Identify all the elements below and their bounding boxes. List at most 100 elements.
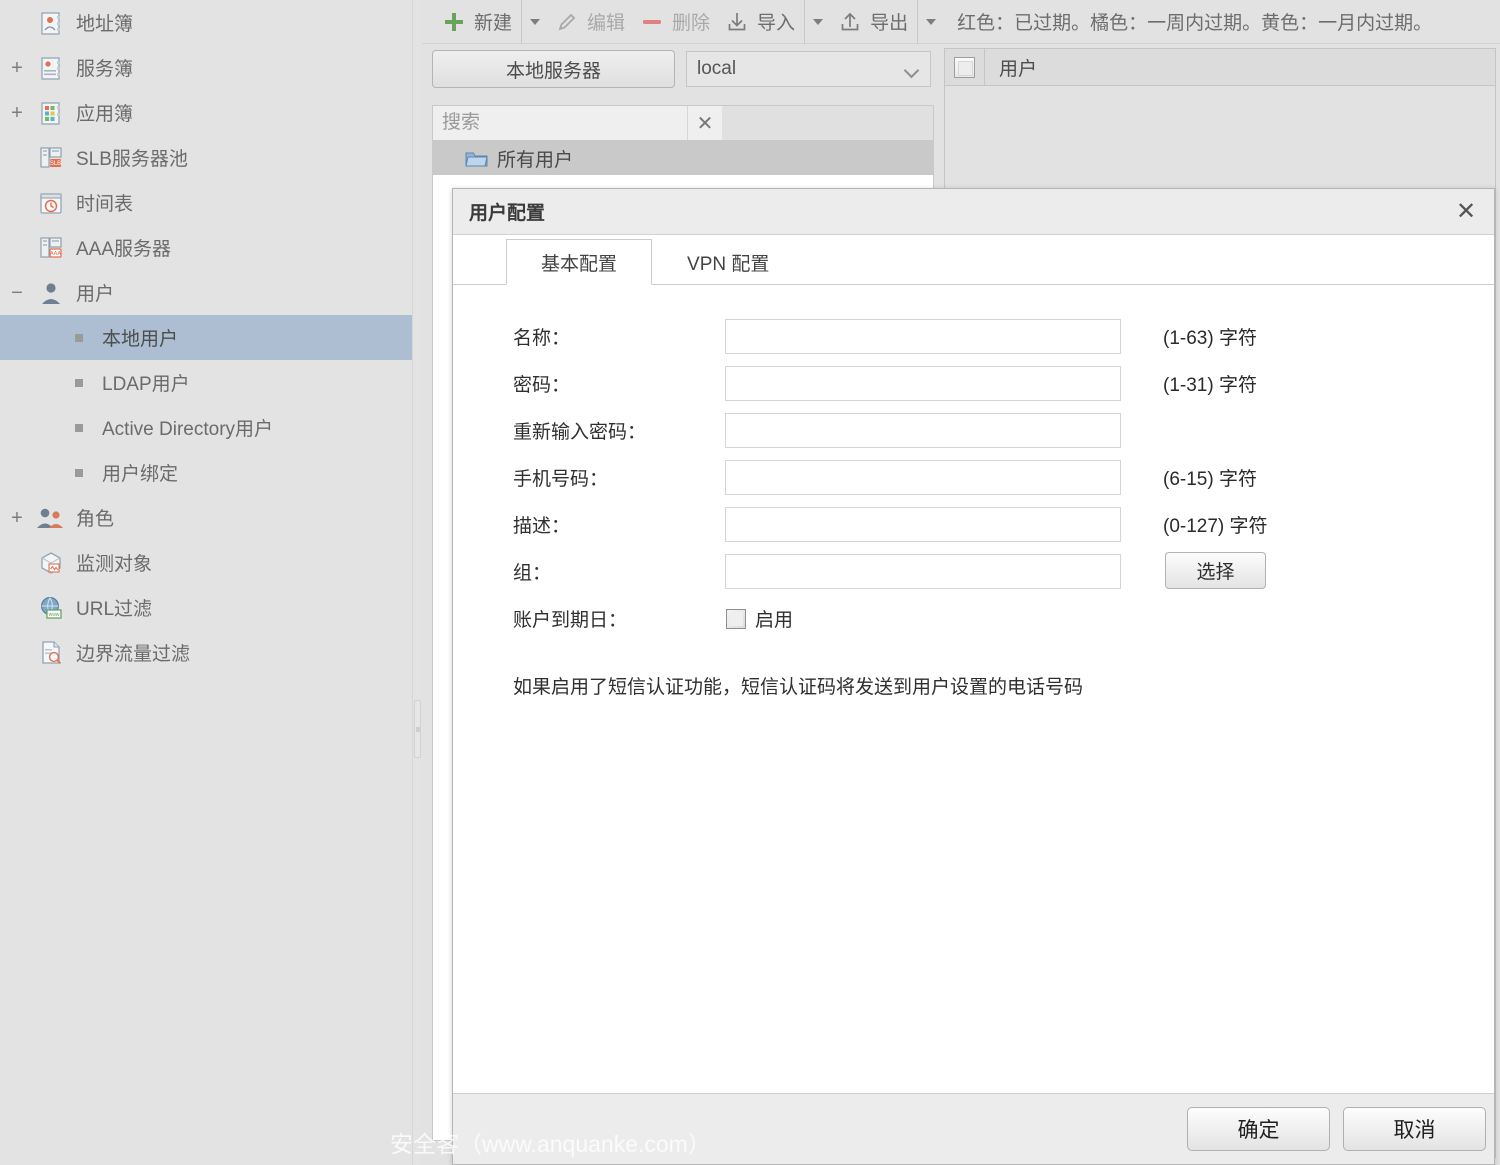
monitor-object-icon — [34, 550, 68, 576]
field-row-description: 描述： (0-127) 字符 — [453, 501, 1494, 548]
sms-auth-note: 如果启用了短信认证功能，短信认证码将发送到用户设置的电话号码 — [513, 677, 1084, 698]
import-button[interactable]: 导入 — [717, 0, 802, 44]
sidebar-item-6[interactable]: − 用户 — [0, 270, 420, 315]
sidebar-item-8[interactable]: LDAP用户 — [0, 360, 420, 405]
confirm-password-input[interactable] — [725, 413, 1121, 448]
edit-button-label: 编辑 — [587, 13, 626, 34]
table-header-row: 用户 — [945, 49, 1495, 86]
sidebar-item-label: 本地用户 — [102, 329, 179, 350]
sidebar-item-0[interactable]: 地址簿 — [0, 0, 420, 45]
dialog-title: 用户配置 — [469, 203, 546, 224]
label-phone: 手机号码： — [513, 469, 609, 490]
sidebar-splitter[interactable] — [412, 0, 421, 1165]
expand-icon[interactable]: + — [0, 58, 34, 78]
sidebar-item-label: 地址簿 — [76, 14, 134, 35]
select-all-cell[interactable] — [945, 49, 985, 85]
sidebar-item-11[interactable]: + 角色 — [0, 495, 420, 540]
pencil-icon — [554, 9, 580, 35]
edit-button[interactable]: 编辑 — [547, 0, 632, 44]
hint-name: (1-63) 字符 — [1163, 328, 1257, 349]
sidebar-item-list: 地址簿 + 服务簿 + 应用簿 SLB SLB服务器池 时间表 AAA AAA服务器 − 用户本地用户… — [0, 0, 420, 675]
group-input[interactable] — [725, 554, 1121, 589]
app-book-icon — [34, 100, 68, 126]
account-expiry-checkbox[interactable]: 启用 — [726, 605, 793, 632]
new-button[interactable]: 新建 — [434, 0, 519, 44]
checkbox-icon[interactable] — [954, 56, 975, 78]
chevron-down-icon — [925, 18, 936, 25]
field-row-password: 密码： (1-31) 字符 — [453, 360, 1494, 407]
close-icon[interactable]: ✕ — [1438, 189, 1494, 234]
folder-icon — [465, 149, 488, 168]
description-input[interactable] — [725, 507, 1121, 542]
user-icon — [34, 280, 68, 306]
cancel-button[interactable]: 取消 — [1343, 1107, 1486, 1151]
export-dropdown-button[interactable] — [917, 0, 943, 44]
export-button[interactable]: 导出 — [830, 0, 915, 44]
label-account-expiry: 账户到期日： — [513, 610, 628, 631]
phone-input[interactable] — [725, 460, 1121, 495]
sidebar-item-12[interactable]: 监测对象 — [0, 540, 420, 585]
sidebar-item-10[interactable]: 用户绑定 — [0, 450, 420, 495]
search-input[interactable] — [433, 106, 687, 140]
bullet-icon — [68, 423, 90, 432]
field-row-group: 组： 选择 — [453, 548, 1494, 595]
splitter-grip[interactable] — [414, 700, 421, 758]
application-window: 地址簿 + 服务簿 + 应用簿 SLB SLB服务器池 时间表 AAA AAA服务器 − 用户 本地用户… — [0, 0, 1500, 1165]
password-input[interactable] — [725, 366, 1121, 401]
sidebar-item-label: AAA服务器 — [76, 239, 172, 260]
sidebar-item-label: 应用簿 — [76, 104, 134, 125]
ok-button[interactable]: 确定 — [1187, 1107, 1330, 1151]
tab-basic-config[interactable]: 基本配置 — [506, 239, 653, 285]
toolbar: 新建 编辑 删除 导入 导出 红色：已过期。橘色：一周内过期。黄色：一月内过期。 — [422, 0, 1500, 44]
tree-item-label: 所有用户 — [497, 149, 574, 171]
collapse-icon[interactable]: − — [0, 283, 34, 303]
tab-vpn-config[interactable]: VPN 配置 — [652, 239, 804, 285]
delete-button[interactable]: 删除 — [632, 0, 717, 44]
label-group: 组： — [513, 563, 552, 584]
import-button-label: 导入 — [757, 13, 796, 34]
expand-icon[interactable]: + — [0, 103, 34, 123]
sidebar-item-9[interactable]: Active Directory用户 — [0, 405, 420, 450]
tab-basic-config-label: 基本配置 — [541, 253, 618, 275]
sidebar-item-label: LDAP用户 — [102, 374, 190, 395]
close-icon[interactable]: ✕ — [687, 106, 722, 140]
service-book-icon — [34, 55, 68, 81]
field-row-account-expiry: 账户到期日： 启用 — [453, 595, 1494, 642]
tab-vpn-config-label: VPN 配置 — [687, 253, 770, 275]
sidebar-item-2[interactable]: + 应用簿 — [0, 90, 420, 135]
sidebar-item-13[interactable]: www URL过滤 — [0, 585, 420, 630]
dialog-title-bar: 用户配置 ✕ — [453, 189, 1494, 235]
edge-traffic-icon — [34, 640, 68, 666]
aaa-server-icon: AAA — [34, 235, 68, 261]
local-server-button[interactable]: 本地服务器 — [432, 50, 675, 88]
sidebar-item-label: 监测对象 — [76, 554, 153, 575]
chevron-down-icon — [906, 65, 919, 73]
server-select[interactable]: local — [686, 51, 931, 87]
sidebar-item-7[interactable]: 本地用户 — [0, 315, 420, 360]
sidebar-item-4[interactable]: 时间表 — [0, 180, 420, 225]
tree-item-all-users[interactable]: 所有用户 — [433, 141, 933, 175]
label-description: 描述： — [513, 516, 571, 537]
sidebar-item-label: 服务簿 — [76, 59, 134, 80]
sidebar-navigation: 地址簿 + 服务簿 + 应用簿 SLB SLB服务器池 时间表 AAA AAA服务器 − 用户本地用户… — [0, 0, 421, 1165]
import-dropdown-button[interactable] — [804, 0, 830, 44]
sidebar-item-3[interactable]: SLB SLB服务器池 — [0, 135, 420, 180]
column-header-user[interactable]: 用户 — [985, 49, 1495, 85]
server-select-value: local — [697, 58, 737, 79]
search-box: ✕ — [432, 105, 934, 141]
sidebar-item-14[interactable]: 边界流量过滤 — [0, 630, 420, 675]
export-button-label: 导出 — [870, 13, 909, 34]
sidebar-item-1[interactable]: + 服务簿 — [0, 45, 420, 90]
svg-text:AAA: AAA — [50, 251, 61, 257]
sidebar-item-5[interactable]: AAA AAA服务器 — [0, 225, 420, 270]
upload-arrow-icon — [837, 9, 863, 35]
name-input[interactable] — [725, 319, 1121, 354]
schedule-icon — [34, 190, 68, 216]
minus-icon — [639, 9, 665, 35]
sidebar-item-label: 角色 — [76, 509, 115, 530]
expand-icon[interactable]: + — [0, 508, 34, 528]
chevron-down-icon — [812, 18, 823, 25]
account-expiry-checkbox-label: 启用 — [755, 610, 794, 631]
select-group-button[interactable]: 选择 — [1165, 552, 1266, 589]
new-dropdown-button[interactable] — [521, 0, 547, 44]
